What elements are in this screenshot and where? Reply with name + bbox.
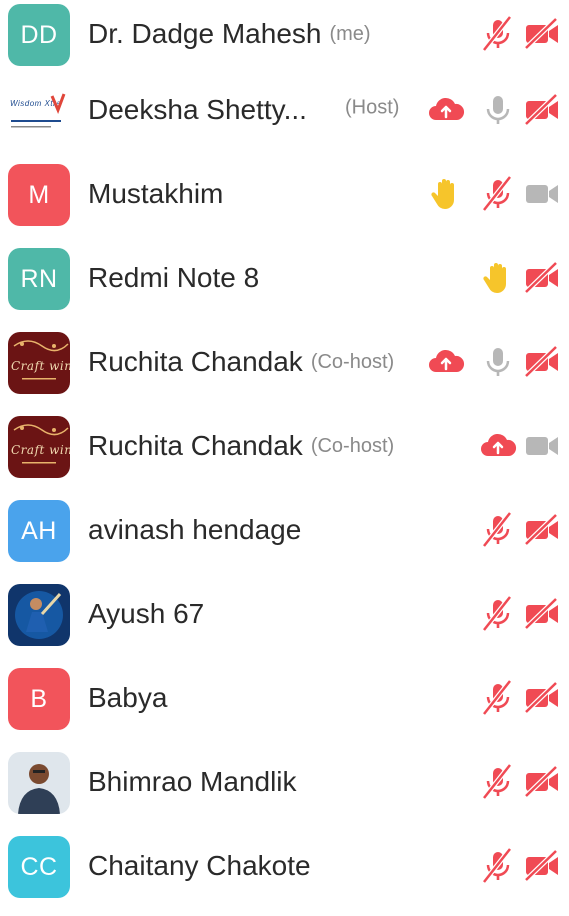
hand-icon (478, 258, 518, 298)
mic-on-icon[interactable] (478, 342, 518, 382)
mic-off-icon[interactable] (478, 594, 518, 634)
cloud-icon (478, 426, 518, 466)
avatar (8, 752, 70, 814)
participant-row[interactable]: DD Dr. Dadge Mahesh (me) (0, 0, 569, 84)
participant-role-tag: (Co-host) (310, 350, 395, 373)
video-off-icon[interactable] (522, 846, 562, 886)
video-off-icon[interactable] (522, 14, 562, 54)
participant-name: Mustakhim (88, 178, 224, 209)
participant-name: Deeksha Shetty... (88, 94, 307, 125)
mic-off-icon[interactable] (478, 14, 518, 54)
participant-name-group: Mustakhim (88, 174, 223, 214)
mic-off-icon[interactable] (478, 174, 518, 214)
video-off-icon[interactable] (522, 762, 562, 802)
participant-role-tag: (me) (329, 22, 371, 45)
participant-name-group: Babya (88, 678, 167, 718)
avatar: Craft wing (8, 332, 70, 394)
participant-name: Ruchita Chandak (88, 346, 303, 377)
participant-name-group: Bhimrao Mandlik (88, 762, 297, 802)
participant-row[interactable]: M Mustakhim (0, 160, 569, 244)
participant-name: Ayush 67 (88, 598, 205, 629)
participant-name-group: Ruchita Chandak (Co-host) (88, 342, 394, 382)
participant-name: Redmi Note 8 (88, 262, 260, 293)
video-off-icon[interactable] (522, 594, 562, 634)
avatar: CC (8, 836, 70, 898)
participant-row[interactable]: AH avinash hendage (0, 496, 569, 580)
video-off-icon[interactable] (522, 510, 562, 550)
participant-name: avinash hendage (88, 514, 302, 545)
avatar: RN (8, 248, 70, 310)
participant-row[interactable]: CC Chaitany Chakote (0, 832, 569, 916)
participant-row[interactable]: B Babya (0, 664, 569, 748)
participant-name-group: Ruchita Chandak (Co-host) (88, 426, 394, 466)
participant-name: Chaitany Chakote (88, 850, 311, 881)
participant-role-tag: (Co-host) (310, 434, 395, 457)
participant-name-group: avinash hendage (88, 510, 301, 550)
mic-off-icon[interactable] (478, 762, 518, 802)
participant-row[interactable]: RN Redmi Note 8 (0, 244, 569, 328)
participant-name: Babya (88, 682, 168, 713)
avatar: AH (8, 500, 70, 562)
video-off-icon[interactable] (522, 90, 562, 130)
mic-on-icon[interactable] (478, 90, 518, 130)
participant-name-group: Redmi Note 8 (88, 258, 259, 298)
svg-text:Craft wing: Craft wing (11, 443, 70, 457)
participant-row[interactable]: Craft wing Ruchita Chandak (Co-host) (0, 412, 569, 496)
participant-row[interactable]: Bhimrao Mandlik (0, 748, 569, 832)
mic-off-icon[interactable] (478, 510, 518, 550)
mic-off-icon[interactable] (478, 846, 518, 886)
avatar: M (8, 164, 70, 226)
participant-row[interactable]: Wisdom Xtra Deeksha Shetty... (Host) (0, 76, 569, 160)
participants-list: DD Dr. Dadge Mahesh (me) Wisdom Xtra Deeksha… (0, 0, 569, 898)
svg-text:Craft wing: Craft wing (11, 359, 70, 373)
cloud-icon (426, 342, 466, 382)
video-on-icon[interactable] (522, 426, 562, 466)
participant-name-group: Dr. Dadge Mahesh (me) (88, 14, 371, 54)
video-off-icon[interactable] (522, 342, 562, 382)
avatar: DD (8, 4, 70, 66)
participant-role-tag: (Host) (345, 96, 400, 119)
participant-name-group: Chaitany Chakote (88, 846, 311, 886)
participant-name: Ruchita Chandak (88, 430, 303, 461)
avatar: Craft wing (8, 416, 70, 478)
video-off-icon[interactable] (522, 258, 562, 298)
video-on-icon[interactable] (522, 174, 562, 214)
participant-name-group: Ayush 67 (88, 594, 204, 634)
avatar (8, 584, 70, 646)
participant-row[interactable]: Ayush 67 (0, 580, 569, 664)
mic-off-icon[interactable] (478, 678, 518, 718)
participant-row[interactable]: Craft wing Ruchita Chandak (Co-host) (0, 328, 569, 412)
participant-name: Bhimrao Mandlik (88, 766, 297, 797)
cloud-icon (426, 90, 466, 130)
participant-name: Dr. Dadge Mahesh (88, 18, 322, 49)
video-off-icon[interactable] (522, 678, 562, 718)
avatar: B (8, 668, 70, 730)
participant-name-group: Deeksha Shetty... (88, 90, 307, 130)
hand-icon (426, 174, 466, 214)
avatar: Wisdom Xtra (8, 80, 70, 142)
